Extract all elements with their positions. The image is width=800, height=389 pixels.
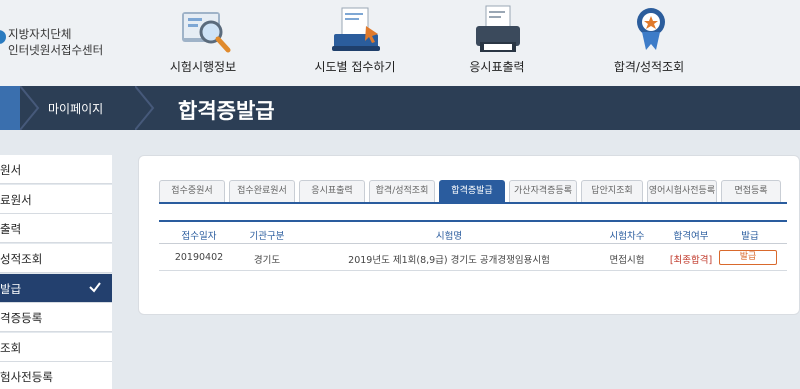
sidebar-item-label: 조회 (0, 341, 22, 355)
col-result: 합격여부 (673, 231, 709, 242)
site-logo[interactable]: 지방자치단체 인터넷원서접수센터 (0, 24, 120, 58)
sidebar: 원서 료원서 출력 성적조회 발급 격증등록 조회 험사전등록 (0, 155, 112, 389)
cell-date: 20190402 (174, 252, 224, 263)
award-medal-icon (637, 8, 665, 50)
sidebar-item-completed[interactable]: 료원서 (0, 185, 112, 214)
cell-round: 면접시험 (609, 255, 645, 266)
sidebar-item-label: 원서 (0, 163, 22, 177)
issue-button[interactable]: 발급 (719, 250, 777, 265)
check-icon (89, 282, 101, 293)
sidebar-item-bonus-cert[interactable]: 격증등록 (0, 303, 112, 332)
cell-agency: 경기도 (253, 255, 281, 266)
table-row: 20190402 경기도 2019년도 제1회(8,9급) 경기도 공개경쟁임용… (159, 245, 787, 271)
sidebar-item-results[interactable]: 성적조회 (0, 244, 112, 273)
sidebar-item-label: 료원서 (0, 193, 32, 207)
topnav-print-ticket[interactable]: 응시표출력 (432, 4, 562, 84)
title-band: 마이페이지 합격증발급 (0, 86, 800, 130)
logo-line2: 인터넷원서접수센터 (8, 43, 104, 57)
breadcrumb-mypage[interactable]: 마이페이지 (48, 100, 103, 117)
crumb-separator-icon (135, 86, 155, 130)
tab-underline (159, 202, 787, 204)
tab-in-progress[interactable]: 접수중원서 (159, 180, 225, 202)
topnav-label: 시험시행정보 (169, 60, 237, 74)
tab-results[interactable]: 합격/성적조회 (369, 180, 435, 202)
magnifier-icon (182, 12, 231, 53)
topnav-results[interactable]: 합격/성적조회 (584, 4, 714, 84)
home-crumb[interactable] (0, 86, 20, 130)
logo-mark-icon (0, 30, 6, 44)
sidebar-item-label: 험사전등록 (0, 370, 53, 384)
col-date: 접수일자 (181, 231, 217, 242)
sidebar-item-label: 성적조회 (0, 252, 43, 266)
printer-icon (476, 5, 520, 52)
tab-completed[interactable]: 접수완료원서 (229, 180, 295, 202)
sidebar-item-answer-view[interactable]: 조회 (0, 333, 112, 362)
topnav-exam-info[interactable]: 시험시행정보 (138, 4, 268, 84)
topnav-label: 응시표출력 (469, 60, 525, 74)
tab-certificate[interactable]: 합격증발급 (439, 180, 505, 202)
cell-exam: 2019년도 제1회(8,9급) 경기도 공개경쟁임용시험 (348, 255, 550, 266)
tab-english-pre[interactable]: 영어시험사전등록 (647, 180, 717, 202)
sidebar-item-english-pre[interactable]: 험사전등록 (0, 362, 112, 389)
topnav-label: 합격/성적조회 (613, 60, 685, 74)
sidebar-item-certificate[interactable]: 발급 (0, 274, 112, 303)
col-agency: 기관구분 (249, 231, 285, 242)
logo-line1: 지방자치단체 (8, 27, 72, 41)
cell-result: [최종합격] (669, 255, 713, 266)
tab-bonus-cert[interactable]: 가산자격증등록 (509, 180, 577, 202)
col-exam: 시험명 (435, 231, 463, 242)
sidebar-item-label: 출력 (0, 222, 22, 236)
content-card: 접수중원서 접수완료원서 응시표출력 합격/성적조회 합격증발급 가산자격증등록… (138, 155, 800, 315)
tab-interview[interactable]: 면접등록 (721, 180, 781, 202)
site-header: 지방자치단체 인터넷원서접수센터 시험시행정보 시도별 접수하기 응시표출력 합… (0, 0, 800, 86)
table-header: 접수일자 기관구분 시험명 시험차수 합격여부 발급 (159, 220, 787, 244)
tab-print[interactable]: 응시표출력 (299, 180, 365, 202)
sidebar-item-label: 격증등록 (0, 311, 43, 325)
page-title: 합격증발급 (178, 99, 275, 123)
topnav-label: 시도별 접수하기 (314, 60, 396, 74)
tab-answer-view[interactable]: 답안지조회 (581, 180, 643, 202)
sidebar-item-label: 발급 (0, 282, 22, 296)
col-round: 시험차수 (609, 231, 645, 242)
crumb-separator-icon (20, 86, 40, 130)
sidebar-item-applications[interactable]: 원서 (0, 155, 112, 184)
col-issue: 발급 (741, 231, 759, 242)
laptop-hand-icon (332, 7, 380, 51)
sidebar-item-print[interactable]: 출력 (0, 214, 112, 243)
topnav-apply-by-region[interactable]: 시도별 접수하기 (290, 4, 420, 84)
